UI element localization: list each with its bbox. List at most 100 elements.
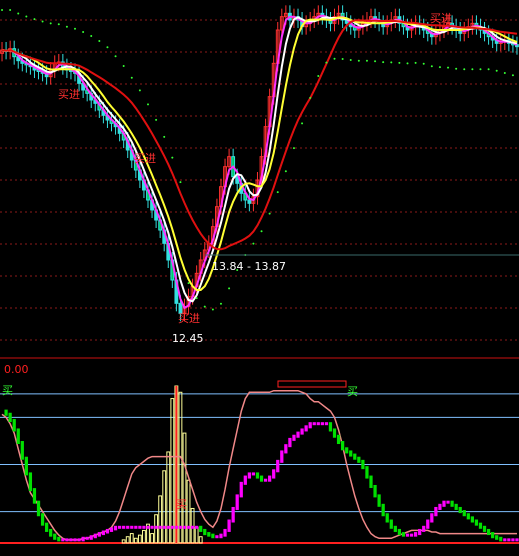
indicator-block: [20, 441, 24, 460]
trailing-dot: [341, 58, 344, 61]
trailing-dot: [284, 170, 287, 173]
indicator-block: [446, 500, 450, 504]
trailing-dot: [187, 282, 190, 285]
indicator-block: [154, 525, 158, 529]
indicator-block: [430, 513, 434, 523]
indicator-block: [105, 528, 110, 534]
trailing-dot: [163, 135, 166, 138]
indicator-block: [134, 525, 138, 529]
buy-signal-label: 买进: [134, 152, 156, 165]
indicator-block: [361, 459, 365, 470]
indicator-block: [434, 506, 438, 517]
trailing-dot: [228, 287, 231, 290]
trailing-dot: [219, 302, 222, 305]
trailing-dot: [471, 68, 474, 71]
indicator-block: [470, 516, 474, 523]
indicator-block: [174, 525, 179, 529]
indicator-block: [503, 538, 507, 542]
indicator-block: [130, 525, 134, 529]
indicator-block: [166, 525, 170, 529]
indicator-block: [511, 538, 515, 542]
indicator-block: [117, 525, 122, 529]
trailing-dot: [374, 60, 377, 63]
indicator-block: [454, 503, 458, 510]
trailing-dot: [130, 76, 133, 79]
indicator-block: [296, 431, 300, 438]
indicator-block: [243, 475, 247, 485]
trailing-dot: [203, 305, 206, 308]
price-annotations: 买进 买进 买进 买进 13.84 - 13.87 12.45: [58, 12, 519, 345]
indicator-block: [186, 525, 191, 529]
indicator-block: [36, 500, 41, 517]
indicator-block: [247, 472, 251, 479]
indicator-block: [203, 528, 207, 536]
indicator-block: [57, 536, 61, 542]
trailing-dot: [487, 68, 490, 71]
indicator-block: [195, 525, 199, 529]
trailing-dot: [114, 55, 117, 58]
trailing-dot: [414, 61, 417, 64]
indicator-block: [442, 500, 446, 507]
indicator-block: [65, 538, 69, 542]
indicator-block: [259, 475, 264, 482]
indicator-buy-label: 买: [2, 384, 13, 397]
buy-signal-label: 买进: [178, 312, 200, 325]
trailing-dot: [57, 23, 60, 26]
trailing-dot: [511, 74, 514, 77]
indicator-block: [369, 475, 373, 488]
indicator-block: [422, 525, 426, 532]
indicator-block: [12, 419, 16, 432]
trailing-dot: [9, 9, 12, 11]
indicator-block: [40, 513, 45, 526]
indicator-block: [89, 535, 93, 540]
indicator-block: [462, 510, 466, 517]
indicator-block: [122, 525, 126, 529]
trailing-dot: [260, 230, 263, 233]
indicator-block: [345, 447, 349, 454]
indicator-block: [397, 528, 402, 536]
indicator-header-value: 0.00: [4, 363, 29, 376]
trailing-dot: [503, 72, 506, 74]
trailing-dot: [17, 12, 20, 15]
volume-bar: [170, 398, 175, 544]
indicator-buy-label: 买: [347, 385, 358, 398]
indicator-block: [170, 525, 174, 529]
indicator-block: [77, 538, 81, 542]
trailing-dot: [146, 103, 149, 106]
indicator-block: [357, 456, 361, 463]
price-range-label: 13.84 - 13.87: [212, 260, 286, 273]
indicator-block: [450, 500, 454, 507]
indicator-block: [332, 428, 337, 438]
indicator-block: [223, 528, 227, 537]
trailing-dot: [479, 68, 482, 71]
trailing-dot: [495, 69, 498, 72]
indicator-block: [16, 428, 20, 445]
trailing-dot: [106, 46, 109, 49]
indicator-block: [190, 525, 195, 529]
trailing-dot: [65, 25, 68, 28]
indicator-block: [93, 533, 97, 539]
trailing-dot: [309, 96, 312, 99]
candle-body: [247, 199, 252, 204]
indicator-block: [28, 472, 33, 492]
kline-chart-svg[interactable]: 买进 买进 买进 买进 13.84 - 13.87 12.45 0.00 买 买…: [0, 0, 519, 556]
ma-white-line: [1, 16, 518, 303]
indicator-block: [239, 481, 243, 498]
indicator-block: [495, 535, 499, 540]
indicator-block: [385, 513, 389, 523]
trailing-dot: [438, 66, 441, 69]
indicator-block: [81, 536, 85, 542]
indicator-block: [413, 532, 418, 537]
volume-bar: [178, 391, 183, 544]
indicator-block: [158, 525, 162, 529]
volume-bar: [121, 539, 126, 544]
trailing-dot: [25, 15, 28, 18]
indicator-block: [312, 422, 316, 426]
buy-signal-label: 买进: [430, 12, 452, 25]
indicator-line: [1, 389, 517, 541]
indicator-block: [320, 422, 324, 426]
indicator-block: [272, 469, 276, 479]
trailing-dot: [90, 35, 93, 38]
trailing-dot: [276, 191, 279, 194]
trailing-dot: [195, 297, 198, 300]
